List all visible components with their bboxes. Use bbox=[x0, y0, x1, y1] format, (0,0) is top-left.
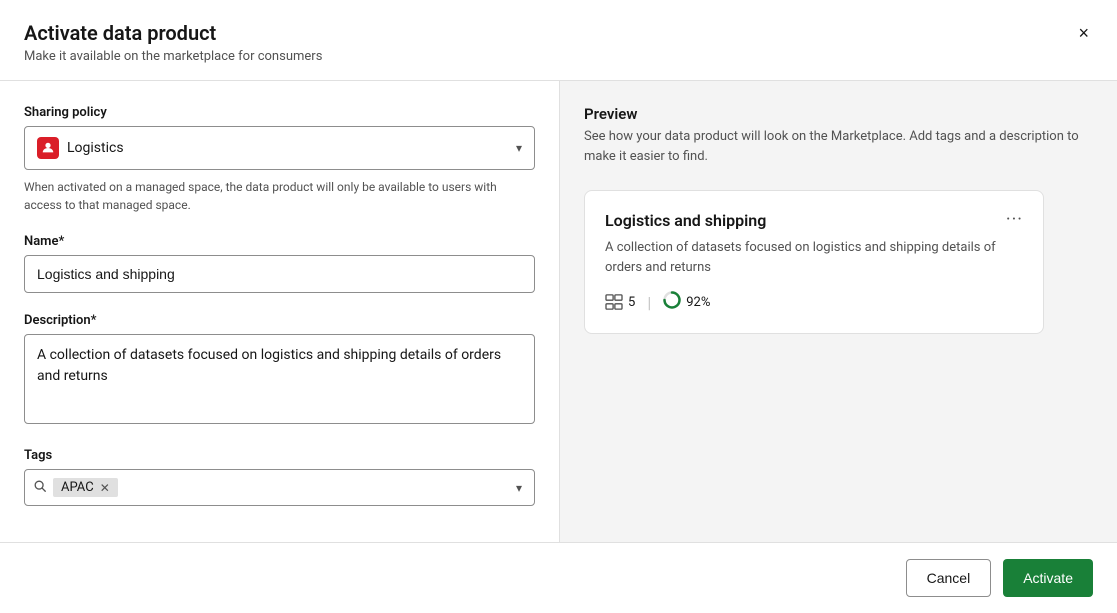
sharing-policy-label: Sharing policy bbox=[24, 105, 535, 120]
card-title: Logistics and shipping bbox=[605, 211, 766, 230]
modal-footer: Cancel Activate bbox=[0, 542, 1117, 613]
card-description: A collection of datasets focused on logi… bbox=[605, 238, 1023, 277]
sharing-policy-value: Logistics bbox=[67, 140, 124, 156]
tags-input[interactable]: APAC ✕ ▾ bbox=[24, 469, 535, 506]
logistics-icon bbox=[37, 137, 59, 159]
stat-divider: | bbox=[647, 293, 651, 312]
close-button[interactable]: × bbox=[1074, 20, 1093, 46]
modal-subtitle: Make it available on the marketplace for… bbox=[24, 49, 322, 64]
search-icon bbox=[33, 479, 47, 497]
tag-label: APAC bbox=[61, 480, 94, 495]
preview-title: Preview bbox=[584, 105, 1093, 123]
name-input[interactable] bbox=[24, 255, 535, 293]
modal-title: Activate data product bbox=[24, 20, 322, 46]
modal-header: Activate data product Make it available … bbox=[0, 0, 1117, 81]
name-label: Name* bbox=[24, 234, 535, 249]
more-options-icon[interactable]: ··· bbox=[1006, 211, 1023, 229]
description-label: Description* bbox=[24, 313, 535, 328]
tag-apac: APAC ✕ bbox=[53, 478, 118, 497]
quality-percent: 92% bbox=[686, 295, 710, 310]
sharing-policy-group: Sharing policy Logistics ▾ When activate… bbox=[24, 105, 535, 214]
name-group: Name* bbox=[24, 234, 535, 293]
right-panel: Preview See how your data product will l… bbox=[560, 81, 1117, 542]
preview-subtitle: See how your data product will look on t… bbox=[584, 127, 1093, 166]
quality-stat: 92% bbox=[663, 291, 710, 313]
description-group: Description* A collection of datasets fo… bbox=[24, 313, 535, 428]
card-stats: 5 | 92% bbox=[605, 291, 1023, 313]
cancel-button[interactable]: Cancel bbox=[906, 559, 992, 597]
sharing-policy-note: When activated on a managed space, the d… bbox=[24, 178, 535, 214]
tag-remove-apac[interactable]: ✕ bbox=[100, 481, 110, 495]
quality-icon bbox=[663, 291, 681, 313]
tags-chevron-icon: ▾ bbox=[516, 481, 522, 495]
dataset-count-stat: 5 bbox=[605, 294, 635, 310]
chevron-down-icon: ▾ bbox=[516, 141, 522, 155]
header-text: Activate data product Make it available … bbox=[24, 20, 322, 64]
activate-data-product-modal: Activate data product Make it available … bbox=[0, 0, 1117, 613]
activate-button[interactable]: Activate bbox=[1003, 559, 1093, 597]
tags-label: Tags bbox=[24, 448, 535, 463]
sharing-policy-select[interactable]: Logistics ▾ bbox=[24, 126, 535, 170]
preview-card: Logistics and shipping ··· A collection … bbox=[584, 190, 1044, 334]
dataset-icon bbox=[605, 294, 623, 310]
description-textarea[interactable]: A collection of datasets focused on logi… bbox=[24, 334, 535, 424]
tags-group: Tags APAC ✕ ▾ bbox=[24, 448, 535, 506]
left-panel: Sharing policy Logistics ▾ When activate… bbox=[0, 81, 560, 542]
dataset-count: 5 bbox=[628, 295, 635, 310]
card-header: Logistics and shipping ··· bbox=[605, 211, 1023, 230]
modal-body: Sharing policy Logistics ▾ When activate… bbox=[0, 81, 1117, 542]
